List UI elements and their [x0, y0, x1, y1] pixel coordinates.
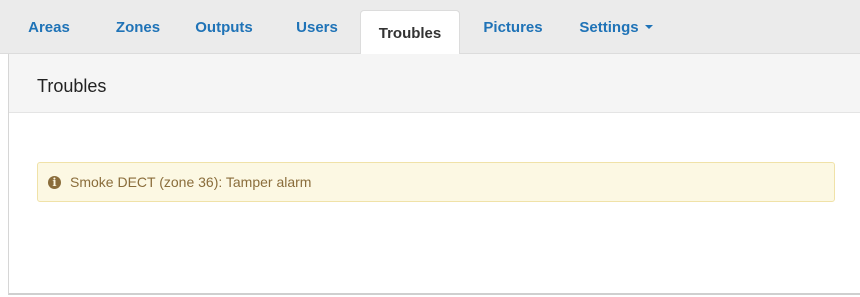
alert-text: Smoke DECT (zone 36): Tamper alarm — [70, 174, 312, 190]
tab-users[interactable]: Users — [282, 0, 352, 54]
panel-heading: Troubles — [9, 54, 860, 113]
panel-title: Troubles — [37, 76, 107, 96]
tab-settings[interactable]: Settings — [566, 0, 666, 54]
tab-label: Areas — [28, 18, 70, 36]
tab-zones[interactable]: Zones — [100, 0, 176, 54]
caret-down-icon — [644, 25, 653, 29]
tab-outputs[interactable]: Outputs — [184, 0, 264, 54]
tab-label: Outputs — [195, 18, 253, 36]
troubles-panel: Troubles i Smoke DECT (zone 36): Tamper … — [8, 54, 860, 295]
info-circle-icon: i — [48, 175, 61, 189]
trouble-alert: i Smoke DECT (zone 36): Tamper alarm — [37, 162, 835, 202]
tab-areas[interactable]: Areas — [20, 0, 78, 54]
tab-label: Settings — [579, 18, 639, 36]
tab-troubles[interactable]: Troubles — [360, 10, 460, 55]
tab-label: Users — [296, 18, 338, 36]
tab-label: Pictures — [483, 18, 543, 36]
tab-label: Zones — [115, 18, 161, 36]
tab-pictures[interactable]: Pictures — [468, 0, 558, 54]
tab-label: Troubles — [378, 24, 442, 42]
top-nav: Areas Zones Outputs Users Troubles Pictu… — [0, 0, 860, 55]
